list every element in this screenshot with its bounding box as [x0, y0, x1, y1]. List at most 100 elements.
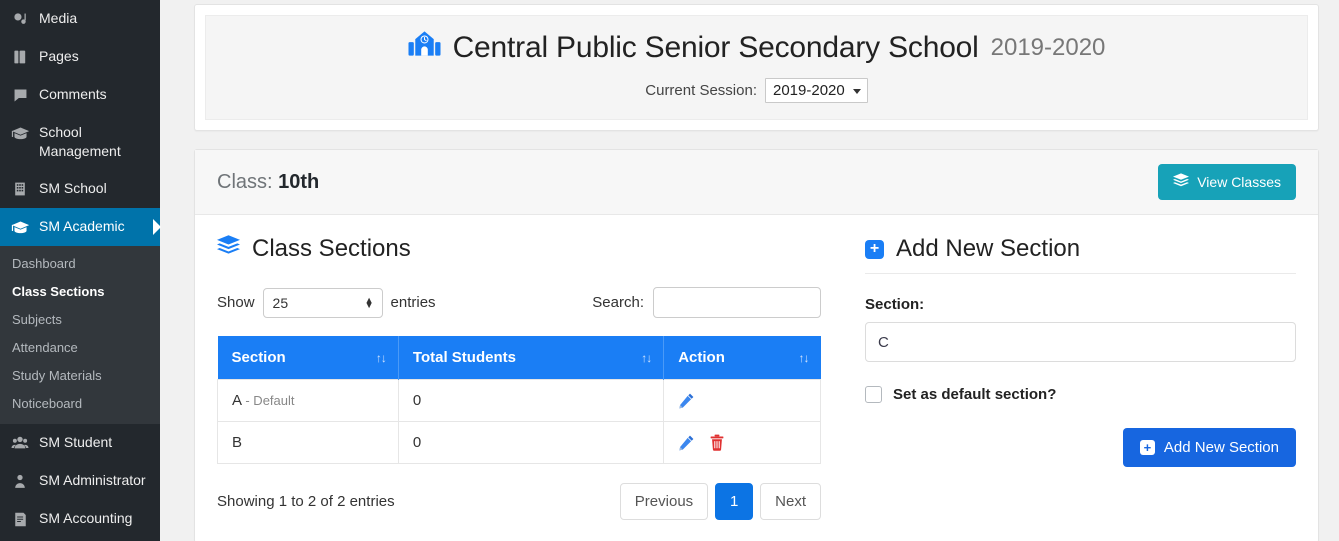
layers-icon — [217, 235, 240, 263]
add-section-button-row: + Add New Section — [865, 428, 1296, 467]
pagination-previous[interactable]: Previous — [619, 483, 709, 520]
section-name: B — [232, 434, 243, 451]
class-bar: Class: 10th View Classes — [195, 150, 1318, 215]
sidebar-item-sm-academic[interactable]: SM Academic — [0, 208, 161, 246]
sidebar-item-sm-administrator[interactable]: SM Administrator — [0, 462, 160, 500]
current-session-row: Current Session: 2019-2020 — [216, 78, 1297, 103]
column-header-total-students[interactable]: Total Students ↑↓ — [398, 336, 665, 380]
section-field-label: Section: — [865, 296, 925, 313]
pagination-page-1[interactable]: 1 — [715, 483, 754, 520]
column-header-action[interactable]: Action ↑↓ — [663, 336, 821, 380]
pages-icon — [10, 47, 30, 67]
sidebar-item-label: SM Accounting — [39, 510, 133, 526]
column-header-total-students-label: Total Students — [412, 349, 516, 366]
sidebar-item-label: Media — [39, 10, 78, 26]
sidebar-subitem-study-materials[interactable]: Study Materials — [0, 362, 160, 390]
user-tie-icon — [10, 471, 30, 491]
page-length-select[interactable]: 25 ▲ ▼ — [262, 287, 383, 318]
class-sections-title-text: Class Sections — [252, 235, 411, 262]
add-section-column: + Add New Section Section: Set as defaul… — [837, 235, 1296, 541]
sidebar-subitem-subjects[interactable]: Subjects — [0, 306, 160, 334]
sidebar-item-sm-student[interactable]: SM Student — [0, 424, 160, 462]
sidebar-item-school-management[interactable]: School Management — [0, 114, 160, 170]
column-header-section[interactable]: Section ↑↓ — [217, 336, 399, 380]
column-header-action-label: Action — [678, 349, 725, 366]
sidebar-item-sm-school[interactable]: SM School — [0, 170, 160, 208]
delete-icon[interactable] — [709, 434, 725, 451]
main-content: Central Public Senior Secondary School 2… — [160, 0, 1339, 541]
search-label: Search: — [592, 294, 644, 311]
sidebar-item-sm-accounting[interactable]: SM Accounting — [0, 500, 160, 538]
default-section-checkbox-label: Set as default section? — [893, 386, 1057, 403]
invoice-icon — [10, 509, 30, 529]
cell-action — [663, 421, 821, 464]
sidebar-item-label: School Management — [39, 124, 121, 159]
current-session-select[interactable]: 2019-2020 — [764, 78, 868, 103]
school-session-year: 2019-2020 — [990, 33, 1106, 61]
sort-icon: ↑↓ — [375, 350, 387, 365]
sidebar-item-media[interactable]: Media — [0, 0, 160, 38]
sidebar-item-comments[interactable]: Comments — [0, 76, 160, 114]
page-length-value: 25 — [272, 294, 289, 311]
pagination: Previous 1 Next — [619, 483, 821, 520]
cell-action — [663, 379, 821, 422]
table-info: Showing 1 to 2 of 2 entries — [217, 493, 395, 510]
pagination-next[interactable]: Next — [760, 483, 821, 520]
column-header-section-label: Section — [231, 349, 286, 366]
class-sections-card: Class: 10th View Classes Class Sections … — [194, 149, 1319, 541]
section-input[interactable] — [865, 322, 1296, 362]
sidebar-submenu-sm-academic: Dashboard Class Sections Subjects Attend… — [0, 246, 160, 424]
edit-icon[interactable] — [678, 434, 695, 451]
view-classes-button[interactable]: View Classes — [1158, 164, 1296, 200]
panel-body: Class Sections Show 25 ▲ ▼ entries Searc… — [195, 215, 1318, 541]
cell-total-students: 0 — [397, 421, 665, 464]
sidebar-item-label: Comments — [39, 86, 107, 102]
class-sections-column: Class Sections Show 25 ▲ ▼ entries Searc… — [217, 235, 837, 541]
graduation-cap-icon — [10, 217, 30, 237]
admin-sidebar: Media Pages Comments School Management S — [0, 0, 161, 541]
sidebar-item-label: SM School — [39, 180, 107, 196]
sidebar-item-label: SM Student — [39, 434, 113, 450]
section-default-tag: - Default — [245, 393, 295, 408]
sidebar-subitem-class-sections[interactable]: Class Sections — [0, 278, 160, 306]
cell-section: B — [217, 421, 399, 464]
layers-icon — [1173, 173, 1190, 191]
class-sections-title: Class Sections — [217, 235, 821, 265]
table-footer: Showing 1 to 2 of 2 entries Previous 1 N… — [217, 483, 821, 541]
add-section-title: + Add New Section — [865, 235, 1296, 274]
users-icon — [10, 433, 30, 453]
sort-icon: ↑↓ — [798, 350, 810, 365]
search-input[interactable] — [653, 287, 821, 318]
add-new-section-button[interactable]: + Add New Section — [1122, 428, 1296, 467]
show-label: Show — [217, 294, 255, 311]
default-section-checkbox[interactable] — [865, 386, 882, 403]
sidebar-item-label: Pages — [39, 48, 79, 64]
table-header-row: Section ↑↓ Total Students ↑↓ Action ↑↓ — [217, 336, 821, 380]
school-header-inner: Central Public Senior Secondary School 2… — [205, 15, 1308, 120]
class-sections-table: Section ↑↓ Total Students ↑↓ Action ↑↓ A… — [217, 336, 821, 464]
sidebar-subitem-noticeboard[interactable]: Noticeboard — [0, 390, 160, 418]
sidebar-item-label: SM Administrator — [39, 472, 146, 488]
current-session-value: 2019-2020 — [772, 82, 845, 99]
add-section-title-text: Add New Section — [896, 235, 1081, 262]
edit-icon[interactable] — [678, 392, 695, 409]
up-down-arrows-icon: ▲ ▼ — [364, 294, 374, 310]
table-row: B 0 — [217, 421, 821, 464]
class-label: Class: 10th — [217, 171, 319, 194]
plus-square-icon: + — [1139, 440, 1155, 455]
school-building-clock-icon — [408, 30, 441, 65]
class-name: 10th — [278, 170, 320, 193]
school-header-card: Central Public Senior Secondary School 2… — [194, 4, 1319, 131]
admin-screen: Media Pages Comments School Management S — [0, 0, 1339, 541]
sidebar-item-pages[interactable]: Pages — [0, 38, 160, 76]
page-length-group: Show 25 ▲ ▼ entries — [217, 287, 436, 318]
school-name: Central Public Senior Secondary School — [452, 30, 979, 64]
search-group: Search: — [592, 287, 821, 318]
media-icon — [10, 9, 30, 29]
entries-label: entries — [390, 294, 436, 311]
building-icon — [10, 179, 30, 199]
class-prefix: Class: — [217, 170, 273, 193]
sidebar-subitem-dashboard[interactable]: Dashboard — [0, 250, 160, 278]
sidebar-subitem-attendance[interactable]: Attendance — [0, 334, 160, 362]
current-session-label: Current Session: — [645, 82, 757, 99]
